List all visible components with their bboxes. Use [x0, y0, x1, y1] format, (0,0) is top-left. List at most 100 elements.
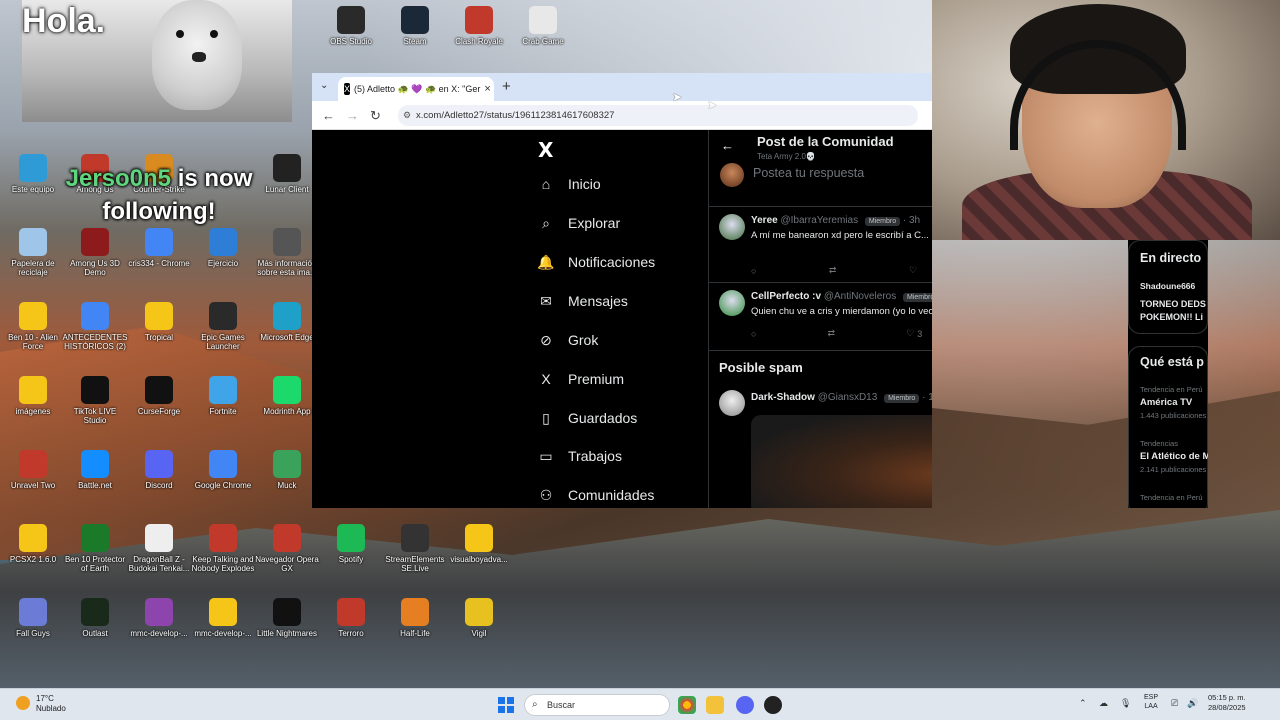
file-explorer-taskbar-icon[interactable] [706, 696, 724, 714]
back-button[interactable]: ← [322, 108, 335, 123]
discord-taskbar-icon[interactable] [736, 696, 754, 714]
community-name[interactable]: Teta Army 2.0💀 [757, 152, 816, 161]
nav-item-notificaciones[interactable]: 🔔 Notificaciones [537, 254, 655, 271]
like-button[interactable]: ♡ [909, 265, 920, 276]
blurred-media[interactable] [751, 415, 932, 508]
desktop-icon[interactable]: Muck [254, 450, 320, 490]
live-text-2[interactable]: POKEMON!! Li [1140, 312, 1203, 322]
nav-item-trabajos[interactable]: ▭ Trabajos [538, 448, 622, 465]
desktop-icon[interactable]: Fall Guys [0, 598, 66, 638]
chrome-taskbar-icon[interactable] [678, 696, 696, 714]
desktop-icon[interactable]: Among Us 3D Demo [62, 228, 128, 277]
desktop-icon[interactable]: Crab Game [510, 6, 576, 46]
desktop-icon[interactable]: Spotify [318, 524, 384, 564]
network-icon[interactable]: ⎚ [1171, 698, 1178, 709]
tweet-name[interactable]: Yeree [751, 215, 780, 226]
nav-item-mensajes[interactable]: ✉ Mensajes [538, 293, 628, 310]
trend-title[interactable]: América TV [1140, 397, 1192, 408]
reply-input[interactable]: Postea tu respuesta [753, 166, 864, 180]
desktop-icon[interactable]: ANTECEDENTES HISTÓRICOS (2) [62, 302, 128, 351]
start-button[interactable] [498, 697, 514, 713]
desktop-icon[interactable]: OBS Studio [318, 6, 384, 46]
tab-search-dropdown[interactable]: ⌄ [320, 80, 328, 91]
tweet-avatar[interactable] [719, 390, 745, 416]
desktop-icon[interactable]: Keep Talking and Nobody Explodes [190, 524, 256, 573]
desktop-icon[interactable]: Ben 10 Protector of Earth [62, 524, 128, 573]
reply-button[interactable]: ○ [751, 328, 759, 339]
desktop-icon[interactable]: TikTok LIVE Studio [62, 376, 128, 425]
desktop-icon[interactable]: Lunar Client [254, 154, 320, 194]
desktop-icon[interactable]: Tropical [126, 302, 192, 342]
new-tab-button[interactable]: + [502, 78, 511, 95]
nav-item-comunidades[interactable]: ⚇ Comunidades [538, 487, 655, 504]
trend-title[interactable]: El Atlético de M [1140, 451, 1208, 462]
desktop-icon[interactable]: Epic Games Launcher [190, 302, 256, 351]
onedrive-icon[interactable]: ☁ [1099, 698, 1108, 709]
weather-widget[interactable]: 17°C Nublado [16, 694, 66, 714]
desktop-icon[interactable]: Más información sobre esta ima... [254, 228, 320, 277]
forward-button[interactable]: → [346, 108, 359, 123]
tweet-author[interactable]: Dark-Shadow @GiansxD13 Miembro · 1h [751, 392, 932, 403]
like-button[interactable]: ♡ 3 [906, 328, 922, 339]
desktop-icon[interactable]: Discord [126, 450, 192, 490]
desktop-icon[interactable]: PCSX2 1.6.0 [0, 524, 66, 564]
desktop-icon[interactable]: Ejercicio [190, 228, 256, 268]
tab-x-post[interactable]: X (5) Adletto 🐢 💜 🐢 en X: "Ger × [338, 77, 494, 101]
weather-desc: Nublado [36, 704, 66, 713]
desktop-icon[interactable]: visualboyadva... [446, 524, 512, 564]
language-indicator[interactable]: ESP LAA [1144, 693, 1158, 711]
desktop-icon[interactable]: StreamElements SE.Live [382, 524, 448, 573]
desktop-icon[interactable]: Ben 10 - Alien Force [0, 302, 66, 351]
live-text-1[interactable]: TORNEO DEDS [1140, 299, 1206, 309]
reply-button[interactable]: ○ [751, 265, 759, 276]
desktop-icon[interactable]: Little Nightmares [254, 598, 320, 638]
x-home-logo-icon[interactable]: X [538, 138, 553, 162]
tweet-author[interactable]: Yeree @IbarraYeremias Miembro · 3h [751, 215, 920, 226]
desktop-icon[interactable]: Navegador Opera GX [254, 524, 320, 573]
desktop-icon[interactable]: imágenes [0, 376, 66, 416]
nav-item-inicio[interactable]: ⌂ Inicio [538, 176, 601, 192]
desktop-icon[interactable]: Unravel Two [0, 450, 66, 490]
tray-expand-icon[interactable]: ⌃ [1079, 698, 1087, 709]
desktop-icon[interactable]: Outlast [62, 598, 128, 638]
tweet-handle[interactable]: @IbarraYeremias [780, 215, 860, 226]
desktop-icon[interactable]: cris334 - Chrome [126, 228, 192, 268]
tweet-avatar[interactable] [719, 214, 745, 240]
nav-item-premium[interactable]: X Premium [538, 371, 624, 387]
live-user[interactable]: Shadoune666 [1140, 281, 1195, 291]
desktop-icon[interactable]: Vigil [446, 598, 512, 638]
tab-close-icon[interactable]: × [484, 83, 490, 95]
desktop-icon[interactable]: DragonBall Z - Budokai Tenkai... [126, 524, 192, 573]
tweet-name[interactable]: CellPerfecto :v [751, 291, 824, 302]
desktop-icon[interactable]: Fortnite [190, 376, 256, 416]
tweet-avatar[interactable] [719, 290, 745, 316]
reload-button[interactable]: ↻ [370, 108, 381, 124]
desktop-icon[interactable]: CurseForge [126, 376, 192, 416]
desktop-icon[interactable]: Steam [382, 6, 448, 46]
desktop-icon[interactable]: Microsoft Edge [254, 302, 320, 342]
desktop-icon[interactable]: mmc-develop-... [190, 598, 256, 638]
retweet-button[interactable]: ⇄ [829, 265, 840, 276]
taskbar-search[interactable]: ⌕ Buscar [524, 694, 670, 716]
obs-taskbar-icon[interactable] [764, 696, 782, 714]
desktop-icon[interactable]: Clash Royale [446, 6, 512, 46]
nav-item-guardados[interactable]: ▯ Guardados [538, 410, 637, 427]
tweet-author[interactable]: CellPerfecto :v @AntiNoveleros Miembro ·… [751, 291, 932, 302]
url-field[interactable]: ⚙ x.com/Adletto27/status/196112381461760… [398, 105, 918, 126]
tweet-handle[interactable]: @AntiNoveleros [824, 291, 899, 302]
desktop-icon[interactable]: Modrinth App [254, 376, 320, 416]
volume-icon[interactable]: 🔊 [1187, 698, 1198, 709]
nav-item-explorar[interactable]: ⌕ Explorar [538, 215, 620, 232]
site-info-icon[interactable]: ⚙ [403, 105, 411, 126]
retweet-button[interactable]: ⇄ [828, 328, 839, 339]
desktop-icon[interactable]: mmc-develop-... [126, 598, 192, 638]
desktop-icon[interactable]: Google Chrome [190, 450, 256, 490]
desktop-icon[interactable]: Half-Life [382, 598, 448, 638]
desktop-icon[interactable]: Terroro [318, 598, 384, 638]
desktop-icon[interactable]: Papelera de reciclaje [0, 228, 66, 277]
microphone-icon[interactable]: 🎙 [1120, 698, 1131, 709]
clock[interactable]: 05:15 p. m. 28/08/2025 [1208, 693, 1246, 713]
post-back-button[interactable]: ← [721, 138, 734, 153]
nav-item-grok[interactable]: ⊘ Grok [538, 332, 598, 349]
desktop-icon[interactable]: Battle.net [62, 450, 128, 490]
